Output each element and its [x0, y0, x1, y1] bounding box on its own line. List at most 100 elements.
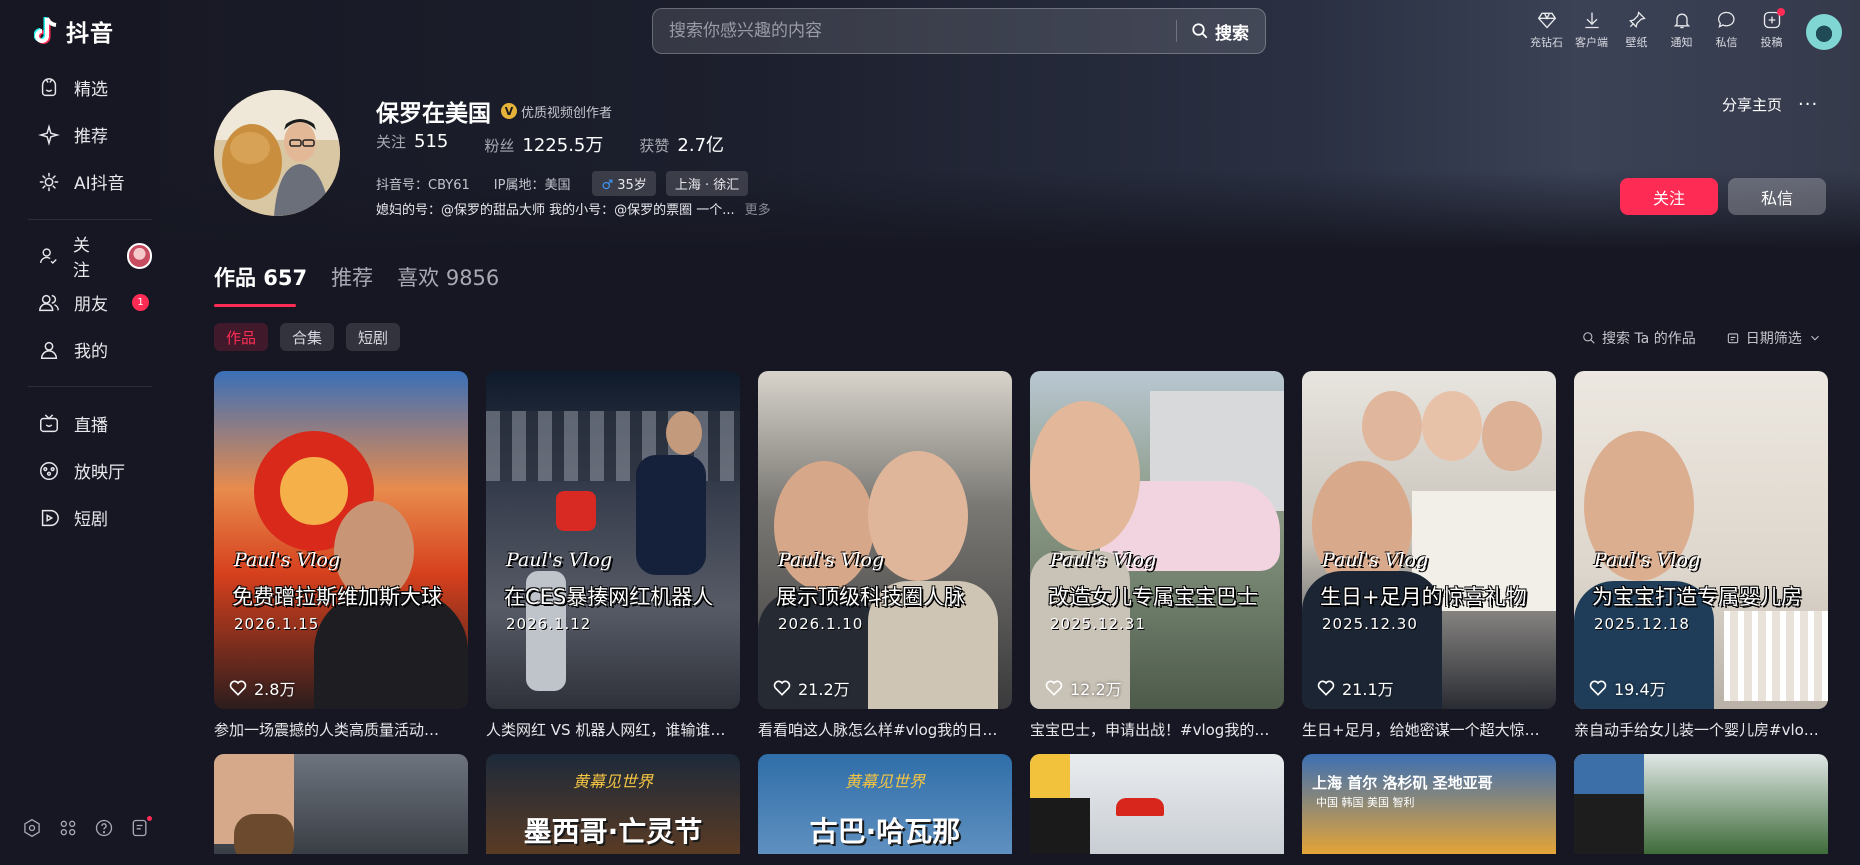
following-label: 关注	[376, 133, 407, 151]
sidebar-item-friends[interactable]: 朋友 1	[28, 279, 152, 326]
video-card[interactable]: 黄幕见世界 古巴·哈瓦那	[758, 754, 1012, 854]
video-thumbnail: 上海 首尔 洛杉矶 圣地亚哥 中国 韩国 美国 智利	[1302, 754, 1556, 854]
follow-button[interactable]: 关注	[1620, 178, 1718, 215]
date-filter-button[interactable]: 日期筛选	[1726, 328, 1822, 348]
message-user-button[interactable]: 私信	[1728, 178, 1826, 215]
sidebar: 抖音 精选 推荐 AI抖音 关注 朋友 1 我的 直播 放映厅 短剧	[0, 0, 160, 865]
top-action-label: 投稿	[1760, 36, 1783, 49]
video-card[interactable]	[214, 754, 468, 854]
verified-label: 优质视频创作者	[521, 105, 613, 121]
male-icon: ♂	[601, 178, 614, 193]
wallpaper-button[interactable]: 壁纸	[1614, 10, 1659, 50]
video-thumbnail	[214, 754, 468, 854]
video-overlay-title: 展示顶级科技圈人脉	[776, 585, 965, 609]
heart-icon	[1045, 680, 1063, 696]
video-caption: 看看咱这人脉怎么样#vlog我的日…	[758, 721, 998, 739]
sidebar-item-live[interactable]: 直播	[28, 400, 152, 447]
douyin-logo[interactable]: 抖音	[33, 14, 114, 48]
following-stat[interactable]: 关注 515	[376, 131, 448, 157]
tab-recommend[interactable]: 推荐	[331, 262, 373, 306]
settings-icon[interactable]	[22, 818, 42, 838]
sidebar-item-ai[interactable]: AI抖音	[28, 158, 152, 205]
notification-button[interactable]: 通知	[1659, 10, 1704, 50]
douyin-id: 抖音号：CBY61	[376, 178, 470, 193]
sidebar-item-featured[interactable]: 精选	[28, 64, 152, 111]
profile-name-row: 保罗在美国 V 优质视频创作者	[376, 94, 612, 128]
nav-divider	[28, 219, 152, 220]
video-vlog-tag: Paul's Vlog	[506, 549, 612, 571]
douyin-logo-icon	[33, 16, 60, 46]
sidebar-item-cinema[interactable]: 放映厅	[28, 447, 152, 494]
video-grid: Paul's Vlog 免费蹭拉斯维加斯大球 2026.1.15 2.8万 参加…	[214, 371, 1828, 854]
user-icon	[40, 341, 58, 359]
video-vlog-tag: Paul's Vlog	[234, 549, 340, 571]
message-button[interactable]: 私信	[1704, 10, 1749, 50]
filter-collections[interactable]: 合集	[280, 323, 335, 351]
filter-works[interactable]: 作品	[214, 323, 269, 351]
sidebar-item-label: 放映厅	[74, 463, 125, 483]
video-thumbnail: Paul's Vlog 改造女儿专属宝宝巴士 2025.12.31 12.2万	[1030, 371, 1284, 709]
ai-icon	[39, 172, 59, 191]
follow-icon	[39, 247, 57, 264]
sidebar-item-drama[interactable]: 短剧	[28, 494, 152, 541]
video-card[interactable]	[1574, 754, 1828, 854]
recharge-button[interactable]: 充钻石	[1524, 10, 1569, 50]
sidebar-item-follow[interactable]: 关注	[28, 232, 152, 281]
friends-icon	[39, 294, 59, 311]
profile-stats: 关注 515 粉丝 1225.5万 获赞 2.7亿	[376, 131, 724, 157]
verified-badge-icon: V	[501, 103, 517, 119]
likes-count: 12.2万	[1070, 680, 1122, 699]
tab-works[interactable]: 作品 657	[214, 262, 307, 307]
video-overlay-subtitle: 黄幕见世界	[844, 772, 925, 791]
video-card[interactable]	[1030, 754, 1284, 854]
live-icon	[40, 413, 58, 432]
video-card[interactable]: Paul's Vlog 免费蹭拉斯维加斯大球 2026.1.15 2.8万 参加…	[214, 371, 468, 740]
top-action-label: 充钻石	[1530, 36, 1563, 49]
nav-group-content: 直播 放映厅 短剧	[28, 400, 152, 541]
apps-icon[interactable]	[58, 818, 78, 838]
video-thumbnail: Paul's Vlog 生日+足月的惊喜礼物 2025.12.30 21.1万	[1302, 371, 1556, 709]
profile-name: 保罗在美国	[376, 101, 491, 127]
video-caption: 亲自动手给女儿装一个婴儿房#vlo…	[1574, 721, 1819, 739]
video-overlay-title: 古巴·哈瓦那	[809, 815, 961, 848]
search-works-button[interactable]: 搜索 Ta 的作品	[1582, 328, 1696, 348]
sparkle-icon	[38, 123, 60, 146]
likes-count: 2.7亿	[677, 135, 725, 156]
more-options-icon[interactable]: ···	[1798, 94, 1818, 115]
filter-short-drama[interactable]: 短剧	[346, 323, 401, 351]
video-card[interactable]: Paul's Vlog 在CES暴揍网红机器人 2026.1.12 人类网红 V…	[486, 371, 740, 740]
feedback-icon[interactable]	[130, 816, 152, 838]
sidebar-item-recommend[interactable]: 推荐	[28, 111, 152, 158]
age-text: 35岁	[617, 178, 647, 193]
user-avatar[interactable]	[1806, 14, 1842, 50]
video-date: 2025.12.18	[1594, 615, 1690, 633]
help-icon[interactable]	[94, 818, 114, 838]
video-thumbnail: 黄幕见世界 古巴·哈瓦那	[758, 754, 1012, 854]
video-likes: 2.8万	[228, 676, 295, 700]
video-card[interactable]: 黄幕见世界 墨西哥·亡灵节	[486, 754, 740, 854]
client-download-button[interactable]: 客户端	[1569, 10, 1614, 50]
bio-more-link[interactable]: 更多	[745, 203, 771, 218]
upload-button[interactable]: 投稿	[1749, 8, 1794, 50]
video-card[interactable]: Paul's Vlog 改造女儿专属宝宝巴士 2025.12.31 12.2万 …	[1030, 371, 1284, 740]
bio-text: 媳妇的号：@保罗的甜品大师 我的小号：@保罗的票圈 一个...	[376, 203, 735, 218]
nav-group-social: 关注 朋友 1 我的	[28, 232, 152, 373]
profile-avatar[interactable]	[214, 90, 340, 216]
tab-likes[interactable]: 喜欢 9856	[397, 262, 499, 306]
profile-tabs: 作品 657 推荐 喜欢 9856	[214, 262, 499, 307]
fans-stat[interactable]: 粉丝 1225.5万	[484, 131, 603, 157]
search-button[interactable]: 搜索	[1177, 19, 1265, 44]
sidebar-item-mine[interactable]: 我的	[28, 326, 152, 373]
top-action-label: 壁纸	[1625, 36, 1648, 49]
video-card[interactable]: 上海 首尔 洛杉矶 圣地亚哥 中国 韩国 美国 智利	[1302, 754, 1556, 854]
search-input[interactable]	[653, 21, 1176, 41]
video-card[interactable]: Paul's Vlog 展示顶级科技圈人脉 2026.1.10 21.2万 看看…	[758, 371, 1012, 740]
profile-bio: 媳妇的号：@保罗的甜品大师 我的小号：@保罗的票圈 一个... 更多	[376, 199, 771, 218]
video-card[interactable]: Paul's Vlog 生日+足月的惊喜礼物 2025.12.30 21.1万 …	[1302, 371, 1556, 740]
video-card[interactable]: Paul's Vlog 为宝宝打造专属婴儿房 2025.12.18 19.4万 …	[1574, 371, 1828, 740]
followed-user-avatar	[127, 242, 152, 269]
message-icon	[1717, 11, 1735, 28]
share-profile-button[interactable]: 分享主页	[1722, 94, 1782, 115]
sidebar-item-label: 短剧	[74, 510, 108, 530]
wallpaper-icon	[1628, 11, 1646, 28]
